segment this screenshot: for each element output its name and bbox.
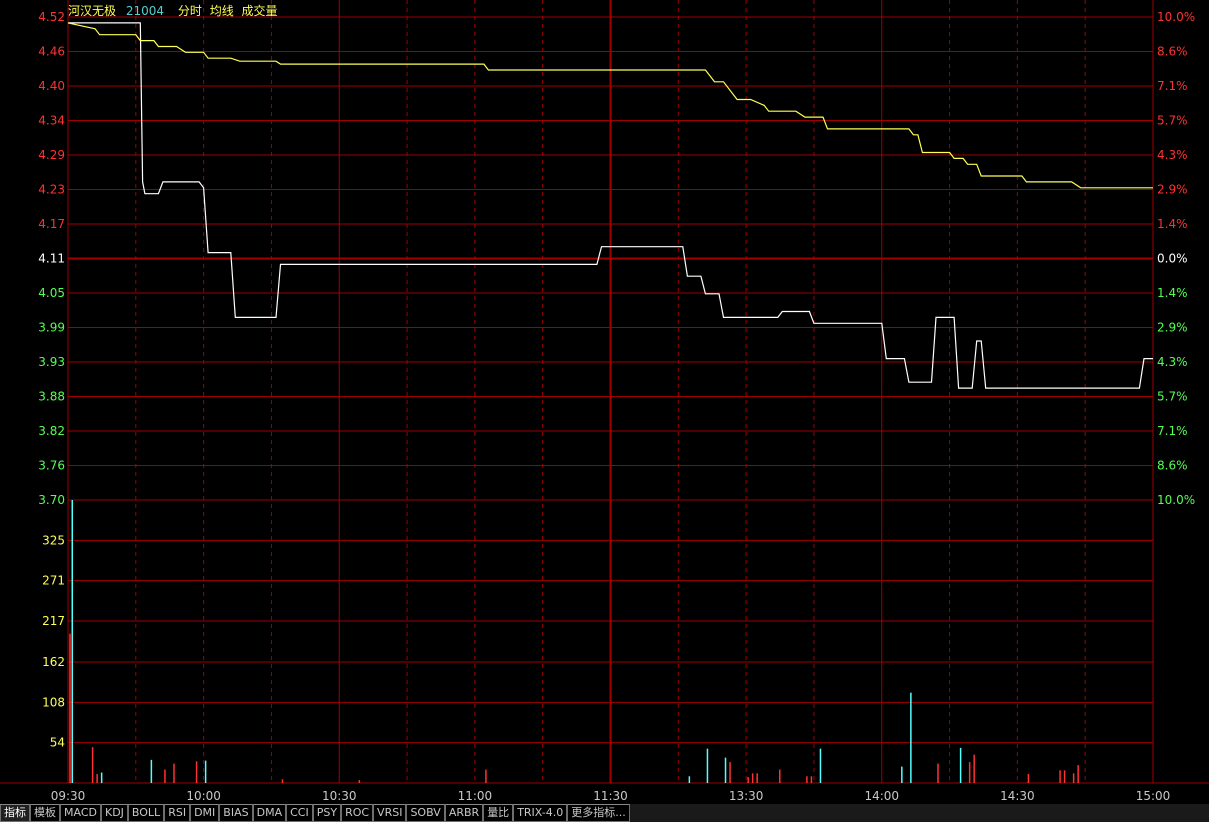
percent-tick-label: 5.7% bbox=[1157, 390, 1188, 404]
tab-3[interactable]: KDJ bbox=[100, 804, 128, 822]
stock-name: 河汉无极 bbox=[68, 4, 117, 18]
tab-15[interactable]: 量比 bbox=[483, 804, 514, 822]
tab-14[interactable]: ARBR bbox=[444, 804, 484, 822]
tab-16[interactable]: TRIX-4.0 bbox=[513, 804, 568, 822]
tab-4[interactable]: BOLL bbox=[127, 804, 165, 822]
time-tick-label: 14:30 bbox=[1000, 789, 1035, 803]
percent-tick-label: 8.6% bbox=[1157, 45, 1188, 59]
price-tick-label: 3.82 bbox=[38, 424, 65, 438]
time-axis-labels: 09:30 10:00 10:30 11:00 11:30 13:30 14:00 14:30… bbox=[51, 789, 1171, 803]
tab-11[interactable]: ROC bbox=[341, 804, 374, 822]
mode-label: 分时 bbox=[177, 4, 202, 18]
percent-tick-label: 2.9% bbox=[1157, 183, 1188, 197]
price-tick-label: 4.17 bbox=[38, 217, 65, 231]
volume-label: 成交量 bbox=[241, 4, 278, 18]
volume-tick-label: 162 bbox=[42, 655, 65, 669]
price-tick-label: 4.29 bbox=[38, 148, 65, 162]
percent-tick-label: 8.6% bbox=[1157, 459, 1188, 473]
price-tick-label: 3.88 bbox=[38, 390, 65, 404]
time-tick-label: 09:30 bbox=[51, 789, 86, 803]
price-tick-label: 4.23 bbox=[38, 183, 65, 197]
percent-tick-label: 0.0% bbox=[1157, 252, 1188, 266]
volume-axis-labels: 325 271 217 162 108 54 bbox=[42, 533, 65, 749]
indicator-tabs: 指标 模板 MACD KDJ BOLL RSI DMI BIAS DMA CCI PSY ROC VRS… bbox=[0, 804, 1209, 822]
percent-tick-label: 10.0% bbox=[1157, 493, 1195, 507]
price-tick-label: 3.93 bbox=[38, 355, 65, 369]
tab-1[interactable]: 模板 bbox=[30, 804, 60, 822]
time-tick-label: 10:30 bbox=[322, 789, 357, 803]
price-tick-label: 3.99 bbox=[38, 321, 65, 335]
tab-0[interactable]: 指标 bbox=[0, 804, 30, 822]
percent-tick-label: 5.7% bbox=[1157, 114, 1188, 128]
tab-10[interactable]: PSY bbox=[312, 804, 342, 822]
percent-tick-label: 1.4% bbox=[1157, 286, 1188, 300]
percent-axis-labels: 10.0% 8.6% 7.1% 5.7% 4.3% 2.9% 1.4% 0.0% 1.4% 2.9… bbox=[1157, 10, 1195, 507]
time-tick-label: 11:00 bbox=[458, 789, 493, 803]
price-tick-label: 4.34 bbox=[38, 114, 65, 128]
tab-5[interactable]: RSI bbox=[164, 804, 191, 822]
percent-tick-label: 7.1% bbox=[1157, 79, 1188, 93]
price-tick-label: 4.05 bbox=[38, 286, 65, 300]
price-tick-label: 4.11 bbox=[38, 252, 65, 266]
chart-grid bbox=[0, 0, 1209, 784]
percent-tick-label: 1.4% bbox=[1157, 217, 1188, 231]
intraday-chart: 4.52 4.46 4.40 4.34 4.29 4.23 4.17 4.11 4.05 3.99… bbox=[0, 0, 1209, 803]
price-tick-label: 4.46 bbox=[38, 45, 65, 59]
percent-tick-label: 10.0% bbox=[1157, 10, 1195, 24]
time-tick-label: 14:00 bbox=[864, 789, 899, 803]
tab-13[interactable]: SOBV bbox=[406, 804, 445, 822]
volume-tick-label: 325 bbox=[42, 533, 65, 547]
volume-tick-label: 271 bbox=[42, 574, 65, 588]
price-tick-label: 3.70 bbox=[38, 493, 65, 507]
tab-6[interactable]: DMI bbox=[190, 804, 220, 822]
time-tick-label: 13:30 bbox=[729, 789, 764, 803]
price-axis-labels: 4.52 4.46 4.40 4.34 4.29 4.23 4.17 4.11 4.05 3.99… bbox=[38, 10, 65, 507]
percent-tick-label: 4.3% bbox=[1157, 355, 1188, 369]
stock-code: 21004 bbox=[125, 4, 165, 18]
tab-7[interactable]: BIAS bbox=[219, 804, 253, 822]
tab-8[interactable]: DMA bbox=[252, 804, 287, 822]
volume-bars bbox=[69, 500, 1079, 783]
price-tick-label: 4.52 bbox=[38, 10, 65, 24]
avg-line-label: 均线 bbox=[209, 4, 234, 18]
volume-tick-label: 54 bbox=[50, 736, 65, 750]
time-tick-label: 11:30 bbox=[593, 789, 628, 803]
volume-tick-label: 217 bbox=[42, 614, 65, 628]
tab-12[interactable]: VRSI bbox=[373, 804, 407, 822]
price-tick-label: 3.76 bbox=[38, 459, 65, 473]
volume-tick-label: 108 bbox=[42, 695, 65, 709]
price-tick-label: 4.40 bbox=[38, 79, 65, 93]
tab-9[interactable]: CCI bbox=[286, 804, 313, 822]
time-tick-label: 15:00 bbox=[1136, 789, 1171, 803]
percent-tick-label: 4.3% bbox=[1157, 148, 1188, 162]
percent-tick-label: 7.1% bbox=[1157, 424, 1188, 438]
time-tick-label: 10:00 bbox=[186, 789, 221, 803]
percent-tick-label: 2.9% bbox=[1157, 321, 1188, 335]
tab-17[interactable]: 更多指标... bbox=[567, 804, 630, 822]
chart-header: 河汉无极 21004 分时 均线 成交量 bbox=[68, 2, 278, 19]
tab-2[interactable]: MACD bbox=[60, 804, 101, 822]
